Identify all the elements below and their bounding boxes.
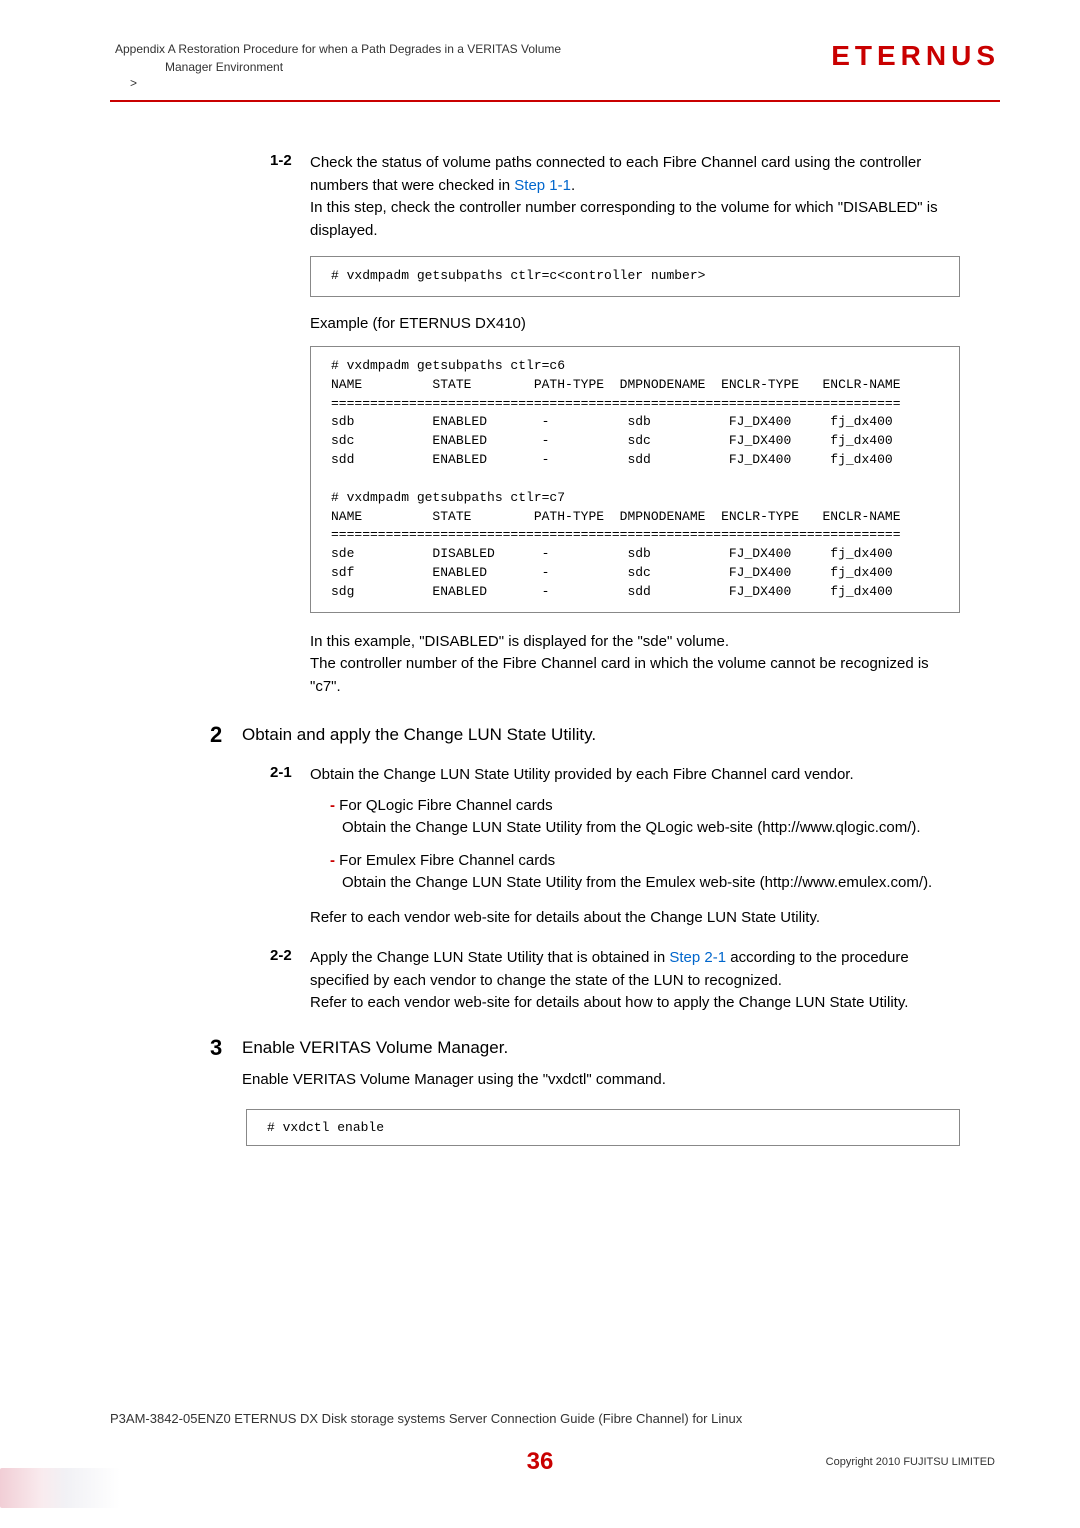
refer-vendor-note: Refer to each vendor web-site for detail…: [310, 907, 960, 930]
bullet-emulex: - For Emulex Fibre Channel cards Obtain …: [330, 850, 960, 895]
appendix-subtitle: Manager Environment: [115, 58, 561, 76]
eternus-logo: ETERNUS: [831, 40, 1000, 72]
step-number: 1-2: [270, 152, 310, 242]
code-vxdctl-enable: # vxdctl enable: [246, 1109, 960, 1146]
bullet-body: Obtain the Change LUN State Utility from…: [330, 817, 921, 840]
step-body: Obtain the Change LUN State Utility prov…: [310, 764, 960, 787]
vendor-bullets: - For QLogic Fibre Channel cards Obtain …: [330, 795, 960, 895]
bullet-dash-icon: -: [330, 797, 335, 814]
step-number: 2-1: [270, 764, 310, 787]
step-1-2: 1-2 Check the status of volume paths con…: [270, 152, 960, 242]
link-step-1-1[interactable]: Step 1-1: [514, 177, 571, 194]
step-2: 2 Obtain and apply the Change LUN State …: [210, 722, 960, 748]
breadcrumb-gt: >: [115, 76, 561, 90]
copyright-text: Copyright 2010 FUJITSU LIMITED: [826, 1456, 995, 1468]
step-body: Check the status of volume paths connect…: [310, 152, 960, 242]
bullet-body: Obtain the Change LUN State Utility from…: [330, 872, 932, 895]
step-text-a: Check the status of volume paths connect…: [310, 154, 921, 194]
corner-decoration: [0, 1468, 120, 1508]
link-step-2-1[interactable]: Step 2-1: [669, 949, 726, 966]
step-3-body: Enable VERITAS Volume Manager using the …: [242, 1069, 960, 1092]
main-step-text: Enable VERITAS Volume Manager.: [242, 1035, 508, 1058]
step-2-1: 2-1 Obtain the Change LUN State Utility …: [270, 764, 960, 787]
header-left-block: Appendix A Restoration Procedure for whe…: [115, 40, 561, 90]
bullet-qlogic: - For QLogic Fibre Channel cards Obtain …: [330, 795, 960, 840]
example-explanation: In this example, "DISABLED" is displayed…: [310, 631, 960, 699]
example-label: Example (for ETERNUS DX410): [310, 315, 960, 332]
page-header: Appendix A Restoration Procedure for whe…: [0, 0, 1080, 90]
step-number: 2-2: [270, 947, 310, 1015]
footer-bottom-row: 36 Copyright 2010 FUJITSU LIMITED: [110, 1456, 995, 1468]
appendix-title: Appendix A Restoration Procedure for whe…: [115, 40, 561, 58]
step-text-b: In this step, check the controller numbe…: [310, 199, 938, 239]
step-2-2: 2-2 Apply the Change LUN State Utility t…: [270, 947, 960, 1015]
footer-doc-id: P3AM-3842-05ENZ0 ETERNUS DX Disk storage…: [110, 1411, 995, 1426]
page-number: 36: [527, 1448, 554, 1476]
bullet-dash-icon: -: [330, 852, 335, 869]
main-content: 1-2 Check the status of volume paths con…: [0, 102, 1080, 1146]
page-footer: P3AM-3842-05ENZ0 ETERNUS DX Disk storage…: [0, 1411, 1080, 1468]
main-step-number: 3: [210, 1035, 242, 1061]
step-2-2-text-a: Apply the Change LUN State Utility that …: [310, 949, 669, 966]
main-step-text: Obtain and apply the Change LUN State Ut…: [242, 722, 596, 745]
bullet-title: For Emulex Fibre Channel cards: [339, 852, 555, 869]
code-getsubpaths-controller: # vxdmpadm getsubpaths ctlr=c<controller…: [310, 256, 960, 297]
step-body: Apply the Change LUN State Utility that …: [310, 947, 960, 1015]
code-example-dx410: # vxdmpadm getsubpaths ctlr=c6 NAME STAT…: [310, 346, 960, 613]
bullet-title: For QLogic Fibre Channel cards: [339, 797, 552, 814]
step-3: 3 Enable VERITAS Volume Manager.: [210, 1035, 960, 1061]
main-step-number: 2: [210, 722, 242, 748]
step-2-2-text-c: Refer to each vendor web-site for detail…: [310, 994, 908, 1011]
step-text-period: .: [571, 177, 575, 194]
